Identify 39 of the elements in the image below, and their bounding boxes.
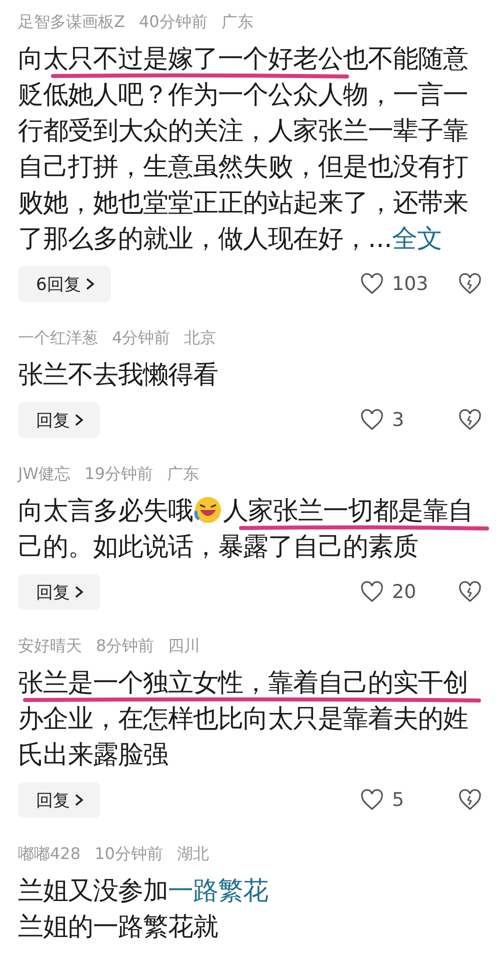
post-time: 19分钟前	[84, 463, 153, 485]
heart-icon[interactable]	[360, 581, 384, 603]
comment-text: 张兰是一个独立女性，靠着自己的实干创办企业，在怎样也比向太只是靠着夫的姓氏出来露脸强	[18, 666, 469, 771]
location: 北京	[184, 327, 216, 349]
comment-text: 兰姐的一路繁花就	[18, 910, 219, 943]
like-count: 5	[392, 789, 406, 811]
broken-heart-icon[interactable]	[458, 273, 482, 295]
full-text-link[interactable]: 一路繁花	[168, 875, 268, 905]
chevron-icon	[84, 277, 95, 291]
laughing-emoji-icon	[193, 495, 223, 525]
heart-icon[interactable]	[360, 273, 384, 295]
broken-heart-icon[interactable]	[458, 409, 482, 431]
heart-icon[interactable]	[360, 409, 384, 431]
broken-heart-icon[interactable]	[458, 789, 482, 811]
post-time: 8分钟前	[96, 635, 154, 657]
reply-button[interactable]: 6回复	[18, 266, 111, 302]
post-time: 40分钟前	[138, 11, 208, 33]
comment-text: 张兰不去我懒得看	[18, 358, 219, 391]
broken-heart-icon[interactable]	[458, 581, 482, 603]
location: 广东	[166, 463, 199, 485]
like-count: 20	[392, 581, 418, 603]
comment-text: 向太只不过是嫁了一个好老公也不能随意贬低她人吧？作为一个公众人物，一言一行都受到大众的关注，人家张兰一辈子靠自己打拼，生意虽然失败，但是也没有打败她，她也堂堂正正的站起来了，还带来了那么多的就业，做人现在好，...全文	[18, 42, 469, 255]
like-count: 3	[392, 409, 406, 431]
chevron-icon	[74, 585, 84, 599]
reply-button[interactable]: 回复	[18, 574, 100, 610]
post-time: 10分钟前	[94, 843, 163, 865]
heart-icon[interactable]	[360, 789, 384, 811]
location: 湖北	[176, 843, 209, 865]
post-time: 4分钟前	[112, 327, 170, 349]
chevron-icon	[74, 793, 84, 807]
comment-text: 兰姐又没参加一路繁花	[18, 874, 269, 907]
chevron-icon	[74, 413, 84, 427]
location: 广东	[221, 11, 254, 33]
reply-button[interactable]: 回复	[18, 782, 100, 818]
full-text-link[interactable]: 全文	[392, 223, 442, 253]
like-count: 103	[392, 273, 430, 295]
reply-button[interactable]: 回复	[18, 402, 100, 438]
location: 四川	[168, 635, 200, 657]
comment-text: 向太言多必失哦 人家张兰一切都是靠自己的。如此说话，暴露了自己的素质	[18, 494, 474, 563]
